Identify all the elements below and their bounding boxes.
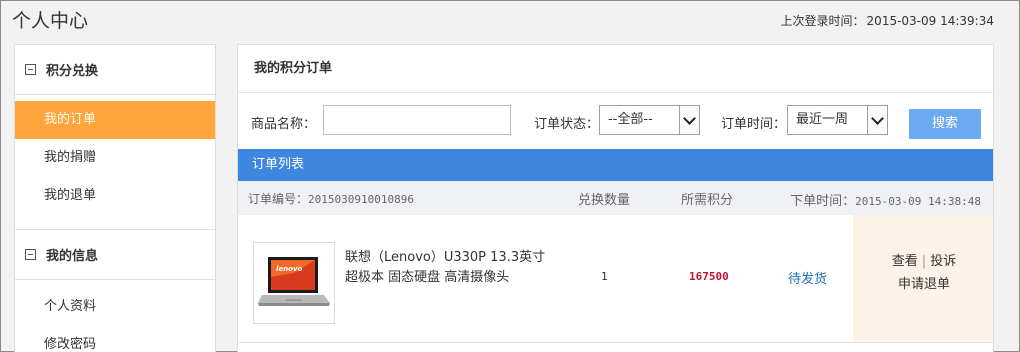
- refund-link[interactable]: 申请退单: [898, 277, 950, 292]
- order-actions-row: 查看 | 投诉: [853, 250, 993, 269]
- main-panel: 我的积分订单 商品名称： 订单状态： --全部-- 订单时间： 最近一周 搜索 …: [237, 44, 994, 352]
- complain-link[interactable]: 投诉: [930, 254, 956, 269]
- last-login-time: 2015-03-09 14:39:34: [866, 14, 994, 28]
- product-name-input[interactable]: [323, 105, 511, 135]
- order-actions-row: 申请退单: [853, 273, 993, 292]
- quantity-header: 兑换数量: [578, 193, 631, 208]
- last-login: 上次登录时间： 2015-03-09 14:39:34: [779, 12, 994, 29]
- filter-bar: 商品名称： 订单状态： --全部-- 订单时间： 最近一周 搜索: [238, 93, 993, 149]
- order-time-value: 2015-03-09 14:38:48: [855, 195, 981, 208]
- separator: |: [921, 254, 927, 269]
- sidebar-item-profile[interactable]: 个人资料: [15, 288, 215, 326]
- last-login-label: 上次登录时间：: [780, 14, 865, 28]
- points-value: 167500: [689, 270, 729, 283]
- sidebar-item-my-orders[interactable]: 我的订单: [15, 101, 215, 139]
- sidebar: 积分兑换 我的订单 我的捐赠 我的退单 我的信息 个人资料 修改密码: [14, 44, 216, 352]
- order-time-select[interactable]: 最近一周: [787, 105, 888, 135]
- sidebar-item-my-donations[interactable]: 我的捐赠: [15, 139, 215, 177]
- sidebar-section-title: 我的信息: [46, 249, 99, 264]
- order-number: 订单编号：2015030910010896: [248, 190, 414, 207]
- order-number-value: 2015030910010896: [308, 193, 414, 206]
- svg-text:lenovo: lenovo: [276, 265, 303, 273]
- order-time-value: 最近一周: [796, 112, 849, 127]
- laptop-image: lenovo: [258, 257, 330, 306]
- order-info-bar: 订单编号：2015030910010896 兑换数量 所需积分 下单时间：201…: [238, 181, 993, 215]
- sidebar-section-info[interactable]: 我的信息: [15, 230, 215, 280]
- order-status-value: --全部--: [608, 112, 653, 127]
- order-row: lenovo 联想（Lenovo）U330P 13.3英寸超极本 固态硬盘 高清…: [238, 215, 993, 343]
- search-button[interactable]: 搜索: [909, 109, 981, 139]
- sidebar-item-change-password[interactable]: 修改密码: [15, 326, 215, 352]
- product-thumbnail[interactable]: lenovo: [253, 242, 335, 324]
- sidebar-section-title: 积分兑换: [46, 64, 99, 79]
- order-time: 下单时间：2015-03-09 14:38:48: [790, 190, 981, 209]
- sidebar-list-points: 我的订单 我的捐赠 我的退单: [15, 95, 215, 230]
- sidebar-item-my-refunds[interactable]: 我的退单: [15, 177, 215, 215]
- order-actions: 查看 | 投诉 申请退单: [853, 215, 993, 342]
- page-title: 个人中心: [12, 10, 89, 32]
- order-time-label: 下单时间：: [790, 194, 856, 209]
- sidebar-list-info: 个人资料 修改密码: [15, 280, 215, 352]
- quantity-value: 1: [601, 270, 608, 283]
- order-number-label: 订单编号：: [248, 192, 309, 206]
- product-name[interactable]: 联想（Lenovo）U330P 13.3英寸超极本 固态硬盘 高清摄像头: [345, 248, 555, 288]
- order-status-select[interactable]: --全部--: [599, 105, 700, 135]
- collapse-icon[interactable]: [25, 249, 36, 260]
- view-link[interactable]: 查看: [892, 254, 918, 269]
- chevron-down-icon[interactable]: [679, 106, 699, 134]
- order-list-header: 订单列表: [238, 149, 993, 181]
- order-time-label: 订单时间：: [721, 117, 787, 132]
- product-name-label: 商品名称：: [251, 117, 317, 132]
- order-status-label: 订单状态：: [534, 117, 600, 132]
- chevron-down-icon[interactable]: [867, 106, 887, 134]
- sidebar-section-points[interactable]: 积分兑换: [15, 45, 215, 95]
- panel-title: 我的积分订单: [238, 45, 993, 93]
- order-status-link[interactable]: 待发货: [788, 268, 827, 287]
- collapse-icon[interactable]: [25, 64, 36, 75]
- points-header: 所需积分: [681, 193, 734, 208]
